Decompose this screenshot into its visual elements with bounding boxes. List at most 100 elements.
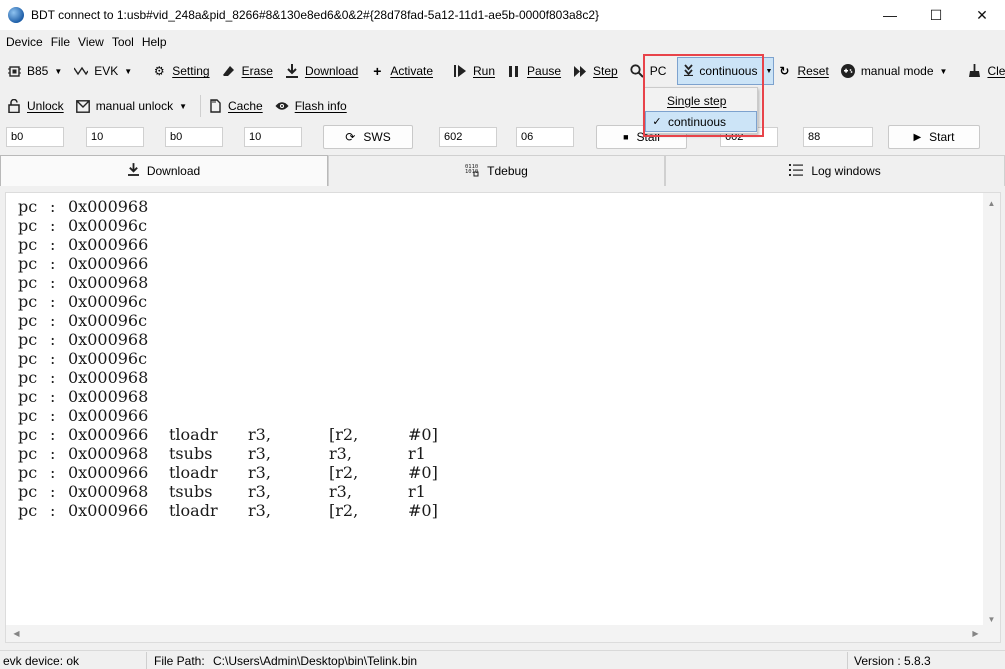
tab-download-label: Download [146,164,201,178]
stop-icon: ■ [623,132,629,142]
gamepad-icon [840,64,855,78]
value-field-4[interactable]: 88 [803,127,873,147]
close-button[interactable]: ✕ [959,0,1005,30]
log-a3: #0] [408,501,438,520]
signal-icon [74,64,89,78]
manual-mode-dropdown[interactable]: manual mode ▼ [838,59,951,83]
menu-help[interactable]: Help [138,35,171,49]
scroll-down-icon[interactable]: ▼ [983,611,1000,628]
menu-file[interactable]: File [47,35,74,49]
address-field-2[interactable]: b0 [165,127,223,147]
log-colon: : [50,197,56,216]
eye-icon [275,99,289,113]
menu-tool[interactable]: Tool [108,35,138,49]
list-icon [789,163,804,179]
scroll-left-icon[interactable]: ◀ [8,625,25,642]
address-field-3[interactable]: 602 [439,127,497,147]
menu-view[interactable]: View [74,35,108,49]
download-button[interactable]: Download [282,59,361,83]
log-addr: 0x000968 [68,330,149,349]
erase-button[interactable]: Erase [219,59,276,83]
chevron-down-icon: ▼ [124,66,133,76]
status-separator [146,652,147,669]
step-button[interactable]: Step [570,59,621,83]
tab-tdebug-label: Tdebug [487,164,528,178]
board-label: EVK [94,64,119,78]
window-title: BDT connect to 1:usb#vid_248a&pid_8266#8… [31,8,600,22]
scroll-right-icon[interactable]: ▶ [967,625,984,642]
log-colon: : [50,330,56,349]
board-select[interactable]: EVK ▼ [71,59,135,83]
menu-bar: Device File View Tool Help [0,31,171,53]
tab-download[interactable]: Download [0,155,328,186]
start-button[interactable]: ▶ Start [888,125,980,149]
unlock-button[interactable]: Unlock [4,94,67,118]
manual-unlock-label: manual unlock [95,99,174,113]
chevron-down-icon: ▼ [939,66,948,76]
sws-label: SWS [363,130,391,144]
address-field-1[interactable]: b0 [6,127,64,147]
menu-item-continuous[interactable]: ✓ continuous [645,111,757,132]
pc-button[interactable]: PC [627,59,670,83]
step-label: Step [593,64,618,78]
binary-icon: 0110 1010 [465,163,479,180]
sws-button[interactable]: ⟳ SWS [323,125,413,149]
menu-device[interactable]: Device [2,35,47,49]
log-colon: : [50,406,56,425]
reset-label: Reset [797,64,829,78]
horizontal-scrollbar[interactable]: ◀ ▶ [6,625,984,642]
log-addr: 0x000966 [68,501,149,520]
tab-log-windows[interactable]: Log windows [665,155,1005,186]
version-label: Version : 5.8.3 [854,654,931,668]
search-icon [630,64,644,78]
maximize-button[interactable]: ☐ [913,0,959,30]
log-pc: pc [18,235,38,254]
log-pc: pc [18,368,38,387]
log-a1: r3, [248,463,271,482]
device-status: evk device: ok [3,654,80,668]
log-a2: r3, [329,482,352,501]
manual-unlock-dropdown[interactable]: manual unlock ▼ [73,94,190,118]
log-output-panel[interactable]: pc:0x000968 pc:0x00096c pc:0x000966 pc:0x00… [5,192,1001,643]
flash-info-button[interactable]: Flash info [272,94,350,118]
log-addr: 0x000968 [68,444,149,463]
toolbar-separator [200,95,201,117]
log-pc: pc [18,463,38,482]
manual-mode-label: manual mode [860,64,934,78]
reset-button[interactable]: ↻ Reset [774,59,831,83]
continuous-mode-button[interactable]: continuous [677,57,765,85]
log-pc: pc [18,254,38,273]
unlock-label: Unlock [27,99,64,113]
tab-tdebug[interactable]: 0110 1010 Tdebug [328,155,665,186]
log-pc: pc [18,444,38,463]
chevron-down-icon[interactable]: ▼ [764,57,775,85]
setting-button[interactable]: ⚙ Setting [149,59,212,83]
activate-button[interactable]: + Activate [367,59,436,83]
log-colon: : [50,273,56,292]
chip-select[interactable]: B85 ▼ [4,59,65,83]
pause-button[interactable]: Pause [504,59,564,83]
log-colon: : [50,235,56,254]
value-field-3[interactable]: 06 [516,127,574,147]
continuous-mode-dropdown[interactable]: continuous ▼ [677,57,775,85]
log-a3: r1 [408,482,426,501]
log-pc: pc [18,292,38,311]
run-icon [453,64,467,78]
value-field-1[interactable]: 10 [86,127,144,147]
log-pc: pc [18,311,38,330]
value-field-2[interactable]: 10 [244,127,302,147]
vertical-scrollbar[interactable]: ▲ ▼ [983,193,1000,642]
play-icon: ▶ [913,131,922,143]
cache-button[interactable]: Cache [205,94,266,118]
chevron-down-icon: ▼ [179,101,187,111]
plus-icon: + [373,63,382,79]
menu-item-single-step[interactable]: Single step [645,90,757,111]
scroll-up-icon[interactable]: ▲ [983,195,1000,212]
chip-label: B85 [27,64,49,78]
minimize-button[interactable]: — [867,0,913,30]
log-addr: 0x000968 [68,482,149,501]
log-a3: r1 [408,444,426,463]
clear-button[interactable]: Clear [964,59,1005,83]
refresh-icon: ⟳ [345,130,356,144]
run-button[interactable]: Run [450,59,498,83]
